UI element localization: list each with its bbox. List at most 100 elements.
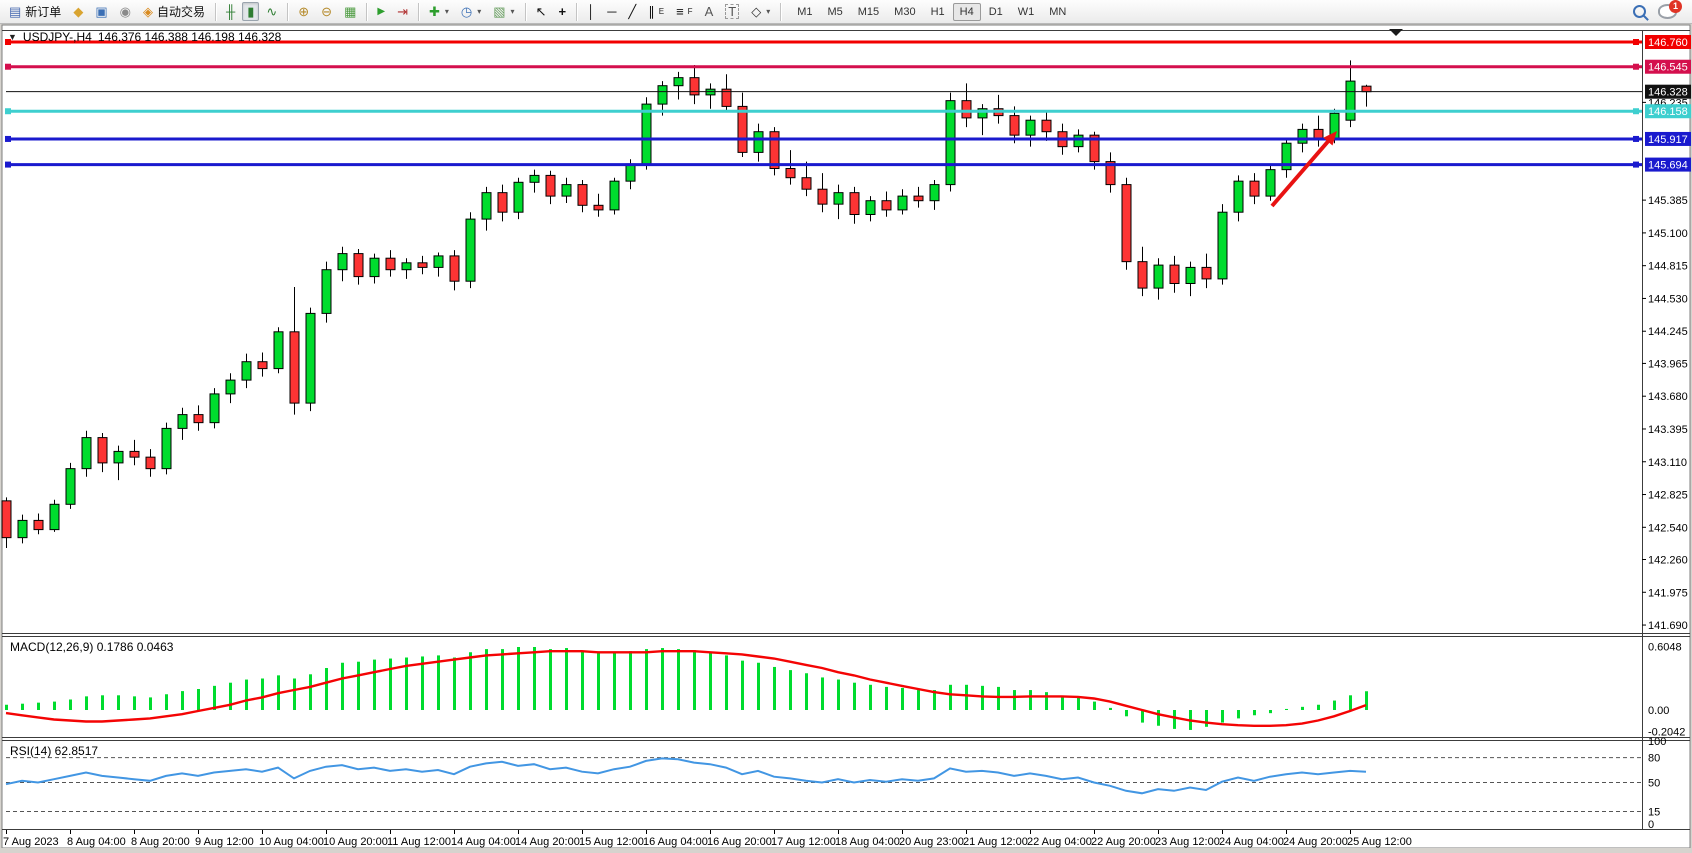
symbol-label: USDJPY-,H4 — [23, 30, 92, 44]
macd-histogram-bar — [309, 674, 312, 710]
macd-histogram-bar — [549, 649, 552, 710]
timeframe-button-h1[interactable]: H1 — [924, 3, 952, 21]
timeframe-button-m15[interactable]: M15 — [851, 3, 886, 21]
candle-body — [802, 178, 811, 190]
line-anchor[interactable] — [1633, 64, 1639, 70]
price-tick-label: 141.975 — [1648, 587, 1688, 599]
candlestick-chart-button[interactable]: ▮ — [242, 2, 259, 21]
timeframe-button-m30[interactable]: M30 — [887, 3, 922, 21]
candle-body — [498, 193, 507, 213]
candle-body — [1010, 116, 1019, 136]
macd-histogram-bar — [1157, 710, 1160, 726]
line-anchor[interactable] — [5, 108, 11, 114]
notifications-button[interactable]: 1 — [1653, 1, 1682, 22]
auto-scroll-button[interactable]: ▶ — [372, 2, 390, 21]
candle-body — [514, 182, 523, 212]
price-badge-text: 145.694 — [1648, 160, 1688, 172]
macd-histogram-bar — [181, 691, 184, 710]
candle-body — [562, 185, 571, 197]
candle-body — [1042, 120, 1051, 132]
macd-histogram-bar — [1141, 710, 1144, 723]
timeframe-button-m1[interactable]: M1 — [790, 3, 819, 21]
price-tick-label: 143.395 — [1648, 424, 1688, 436]
crosshair-tool-button[interactable]: + — [553, 2, 571, 21]
text-tool-button[interactable]: A — [700, 2, 719, 21]
line-anchor[interactable] — [1633, 39, 1639, 45]
equidistant-channel-icon: ∥ — [648, 5, 655, 18]
search-button[interactable] — [1628, 2, 1651, 21]
macd-histogram-bar — [261, 679, 264, 711]
time-tick-label: 16 Aug 20:00 — [707, 836, 772, 848]
channel-tool-button[interactable]: ∥ E — [643, 2, 669, 21]
new-order-label: 新订单 — [25, 3, 61, 20]
line-anchor[interactable] — [5, 136, 11, 142]
line-anchor[interactable] — [1633, 108, 1639, 114]
candle-body — [1202, 267, 1211, 279]
cursor-tool-button[interactable]: ↖ — [531, 2, 552, 21]
macd-histogram-bar — [885, 687, 888, 710]
timeframe-button-h4[interactable]: H4 — [953, 3, 981, 21]
price-tick-label: 145.385 — [1648, 195, 1688, 207]
vertical-line-tool-button[interactable]: │ — [582, 2, 600, 21]
macd-histogram-bar — [1221, 710, 1224, 723]
candle-body — [658, 86, 667, 104]
bar-chart-button[interactable]: ╫ — [221, 2, 240, 21]
chart-window: 146.235145.385145.100144.815144.530144.2… — [0, 24, 1692, 848]
toolbar-separator — [366, 3, 367, 21]
timeframe-button-w1[interactable]: W1 — [1011, 3, 1042, 21]
indicators-button[interactable]: ✚ ▾ — [424, 2, 454, 21]
text-label-tool-button[interactable]: T — [720, 1, 744, 22]
macd-histogram-bar — [1317, 705, 1320, 710]
webinar-button[interactable]: ◉ — [115, 2, 136, 21]
chevron-down-icon: ▾ — [766, 7, 770, 16]
candle-body — [290, 332, 299, 403]
terminal-icon: ▣ — [95, 5, 107, 18]
templates-button[interactable]: ▧ ▾ — [488, 2, 519, 21]
chart-shift-button[interactable]: ⇥ — [392, 2, 413, 21]
macd-histogram-bar — [1205, 710, 1208, 727]
seal-button[interactable]: ◆ — [68, 2, 88, 21]
periods-button[interactable]: ◷ ▾ — [456, 2, 486, 21]
toolbar-separator — [525, 3, 526, 21]
template-icon: ▧ — [493, 5, 505, 18]
zoom-in-button[interactable]: ⊕ — [293, 2, 314, 21]
chat-bubble-icon: 1 — [1658, 4, 1677, 19]
macd-histogram-bar — [197, 689, 200, 710]
horizontal-line-tool-button[interactable]: ─ — [602, 2, 621, 21]
new-order-button[interactable]: ▤ 新订单 — [4, 0, 66, 23]
chevron-down-icon[interactable]: ▼ — [8, 32, 17, 42]
macd-histogram-bar — [357, 662, 360, 710]
timeframe-button-mn[interactable]: MN — [1042, 3, 1073, 21]
timeframe-button-d1[interactable]: D1 — [982, 3, 1010, 21]
line-chart-button[interactable]: ∿ — [261, 2, 282, 21]
fibonacci-tool-button[interactable]: ≡ F — [671, 2, 697, 21]
candle-body — [626, 164, 635, 181]
tile-windows-button[interactable]: ▦ — [339, 2, 361, 21]
line-anchor[interactable] — [1633, 162, 1639, 168]
auto-trading-button[interactable]: ◈ 自动交易 — [138, 0, 210, 23]
vertical-line-icon: │ — [587, 5, 595, 18]
time-tick-label: 15 Aug 12:00 — [579, 836, 644, 848]
candle-body — [866, 201, 875, 215]
line-anchor[interactable] — [1633, 136, 1639, 142]
macd-histogram-bar — [533, 647, 536, 710]
candle-body — [1250, 181, 1259, 196]
candle-body — [962, 101, 971, 118]
line-anchor[interactable] — [5, 162, 11, 168]
candle-body — [322, 270, 331, 314]
search-icon — [1633, 5, 1646, 18]
line-anchor[interactable] — [5, 64, 11, 70]
trendline-tool-button[interactable]: ╱ — [623, 2, 641, 21]
price-badge-146.545: 146.545 — [1645, 60, 1691, 74]
channel-sub-label: E — [659, 7, 664, 16]
candle-body — [194, 415, 203, 423]
timeframe-button-m5[interactable]: M5 — [820, 3, 849, 21]
candle-body — [610, 181, 619, 210]
terminal-button[interactable]: ▣ — [90, 2, 112, 21]
time-tick-label: 24 Aug 20:00 — [1283, 836, 1348, 848]
candle-body — [1154, 265, 1163, 288]
candle-body — [594, 205, 603, 210]
arrows-tool-button[interactable]: ◇ ▾ — [746, 2, 775, 21]
zoom-out-button[interactable]: ⊖ — [316, 2, 337, 21]
rsi-scale-label: 80 — [1648, 753, 1660, 765]
